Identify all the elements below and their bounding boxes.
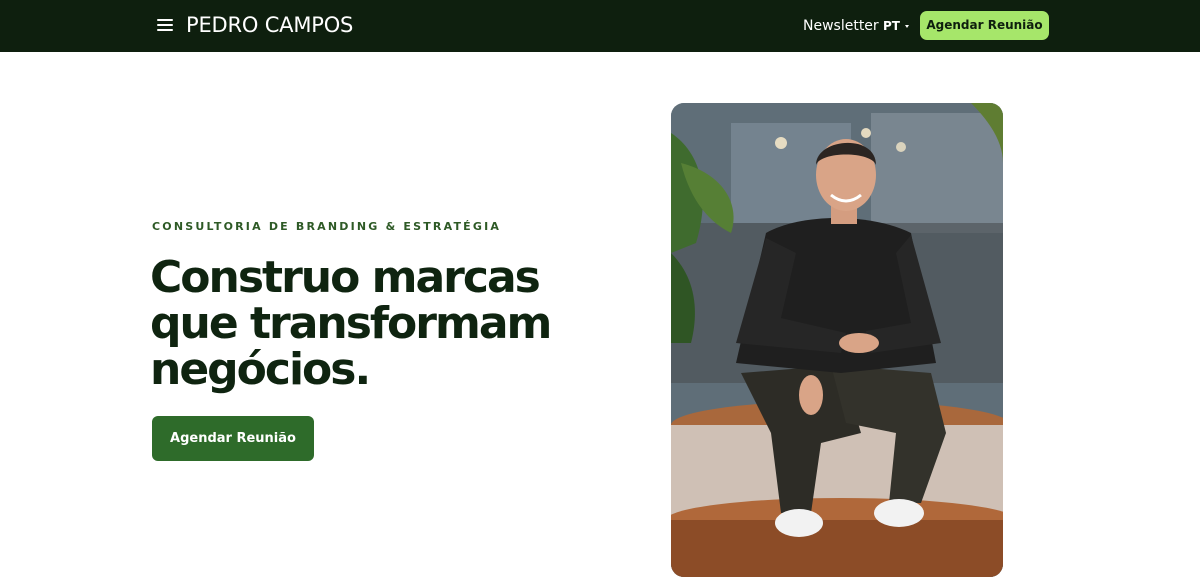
menu-icon-bar <box>157 29 173 31</box>
portrait-illustration <box>671 103 1003 577</box>
menu-icon-bar <box>157 19 173 21</box>
language-selector[interactable]: PT <box>883 17 909 35</box>
site-logo[interactable]: PEDRO CAMPOS <box>186 12 353 38</box>
hero-portrait-photo <box>671 103 1003 577</box>
menu-icon[interactable] <box>157 18 173 32</box>
header-schedule-meeting-button[interactable]: Agendar Reunião <box>920 11 1049 40</box>
hero-headline: Construo marcas que transformam negócios… <box>150 252 552 395</box>
language-label: PT <box>883 19 900 33</box>
menu-icon-bar <box>157 24 173 26</box>
site-header: PEDRO CAMPOS Newsletter PT Agendar Reuni… <box>0 0 1200 52</box>
nav-link-newsletter[interactable]: Newsletter <box>803 17 879 35</box>
hero-eyebrow: CONSULTORIA DE BRANDING & ESTRATÉGIA <box>152 220 502 233</box>
hero-schedule-meeting-button[interactable]: Agendar Reunião <box>152 416 314 461</box>
chevron-down-icon <box>904 25 909 28</box>
